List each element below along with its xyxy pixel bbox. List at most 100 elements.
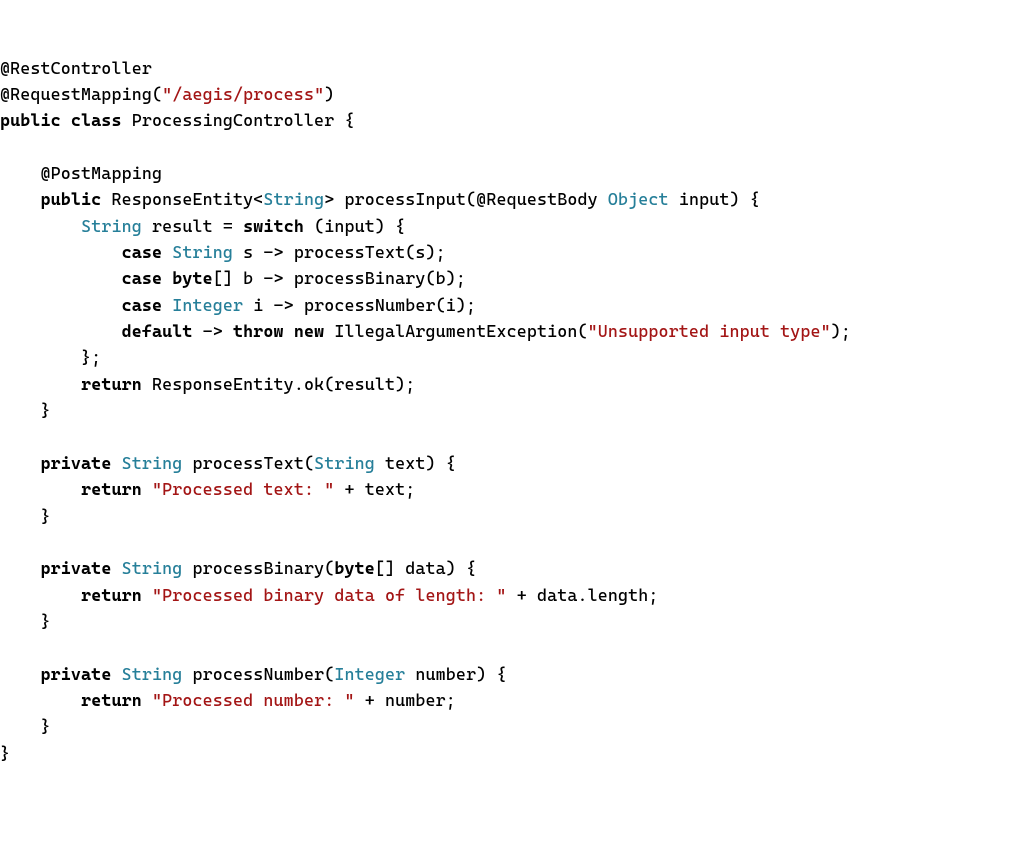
code-token: String: [122, 453, 183, 473]
code-token: String: [122, 664, 183, 684]
code-token: [0, 453, 41, 473]
code-token: @RequestMapping(: [0, 84, 162, 104]
code-token: String: [263, 189, 324, 209]
code-token: private: [41, 453, 122, 473]
code-token: processText(: [182, 453, 314, 473]
code-line: private String processText(String text) …: [0, 450, 1024, 476]
code-line: return "Processed number: " + number;: [0, 687, 1024, 713]
code-token: );: [831, 321, 851, 341]
code-token: String: [81, 216, 142, 236]
code-token: case: [122, 268, 173, 288]
code-line: private String processBinary(byte[] data…: [0, 555, 1024, 581]
code-token: @PostMapping: [0, 163, 162, 183]
code-token: + data.length;: [507, 585, 659, 605]
code-token: IllegalArgumentException(: [334, 321, 587, 341]
code-token: processNumber(: [182, 664, 334, 684]
code-line: }: [0, 608, 1024, 634]
code-line: return ResponseEntity.ok(result);: [0, 371, 1024, 397]
code-token: [0, 189, 41, 209]
code-token: byte: [172, 268, 213, 288]
code-token: "Unsupported input type": [588, 321, 831, 341]
code-token: case: [122, 242, 173, 262]
code-token: return: [81, 374, 152, 394]
code-line: @RequestMapping("/aegis/process"): [0, 81, 1024, 107]
code-token: default: [122, 321, 193, 341]
code-token: (input) {: [304, 216, 405, 236]
code-token: }: [0, 743, 10, 763]
code-token: public class: [0, 110, 132, 130]
code-token: Integer: [172, 295, 243, 315]
code-line: case byte[] b -> processBinary(b);: [0, 265, 1024, 291]
code-token: [0, 479, 81, 499]
code-token: ): [324, 84, 334, 104]
code-token: }: [0, 611, 51, 631]
code-token: ->: [193, 321, 234, 341]
code-token: "Processed text: ": [152, 479, 334, 499]
code-token: @RestController: [0, 58, 152, 78]
code-token: private: [41, 664, 122, 684]
code-token: "Processed binary data of length: ": [152, 585, 507, 605]
code-token: String: [122, 558, 183, 578]
code-token: + text;: [334, 479, 415, 499]
code-token: [0, 268, 122, 288]
code-token: Integer: [334, 664, 405, 684]
code-line: [0, 634, 1024, 660]
code-token: private: [41, 558, 122, 578]
code-line: String result = switch (input) {: [0, 213, 1024, 239]
code-token: s -> processText(s);: [233, 242, 446, 262]
code-block: @RestController @RequestMapping("/aegis/p…: [0, 55, 1024, 766]
code-token: switch: [243, 216, 304, 236]
code-token: byte: [334, 558, 375, 578]
code-token: public: [41, 189, 112, 209]
code-token: text) {: [375, 453, 456, 473]
code-token: + number;: [355, 690, 456, 710]
code-line: public ResponseEntity<String> processInp…: [0, 186, 1024, 212]
code-token: }: [0, 716, 51, 736]
code-line: [0, 529, 1024, 555]
code-token: > processInput(@RequestBody: [324, 189, 608, 209]
code-token: String: [172, 242, 233, 262]
code-token: result =: [142, 216, 243, 236]
code-line: return "Processed binary data of length:…: [0, 582, 1024, 608]
code-token: [] data) {: [375, 558, 476, 578]
code-token: }: [0, 400, 51, 420]
code-token: processBinary(: [182, 558, 334, 578]
code-token: ProcessingController {: [132, 110, 355, 130]
code-line: @PostMapping: [0, 160, 1024, 186]
code-line: };: [0, 344, 1024, 370]
code-token: number) {: [405, 664, 506, 684]
code-token: ResponseEntity.ok(result);: [152, 374, 415, 394]
code-token: [0, 374, 81, 394]
code-token: [0, 295, 122, 315]
code-line: case String s -> processText(s);: [0, 239, 1024, 265]
code-token: [0, 321, 122, 341]
code-token: case: [122, 295, 173, 315]
code-token: return: [81, 690, 152, 710]
code-line: default -> throw new IllegalArgumentExce…: [0, 318, 1024, 344]
code-line: [0, 424, 1024, 450]
code-token: return: [81, 479, 152, 499]
code-token: return: [81, 585, 152, 605]
code-token: [0, 585, 81, 605]
code-line: public class ProcessingController {: [0, 107, 1024, 133]
code-token: [0, 558, 41, 578]
code-line: }: [0, 740, 1024, 766]
code-line: [0, 134, 1024, 160]
code-token: String: [314, 453, 375, 473]
code-token: ResponseEntity<: [111, 189, 263, 209]
code-token: input) {: [669, 189, 760, 209]
code-token: "Processed number: ": [152, 690, 355, 710]
code-line: }: [0, 397, 1024, 423]
code-line: return "Processed text: " + text;: [0, 476, 1024, 502]
code-line: }: [0, 713, 1024, 739]
code-line: @RestController: [0, 55, 1024, 81]
code-token: [0, 216, 81, 236]
code-line: private String processNumber(Integer num…: [0, 661, 1024, 687]
code-token: }: [0, 506, 51, 526]
code-token: throw new: [233, 321, 334, 341]
code-token: [0, 690, 81, 710]
code-token: };: [0, 347, 101, 367]
code-token: [] b -> processBinary(b);: [213, 268, 466, 288]
code-token: [0, 242, 122, 262]
code-token: i -> processNumber(i);: [243, 295, 476, 315]
